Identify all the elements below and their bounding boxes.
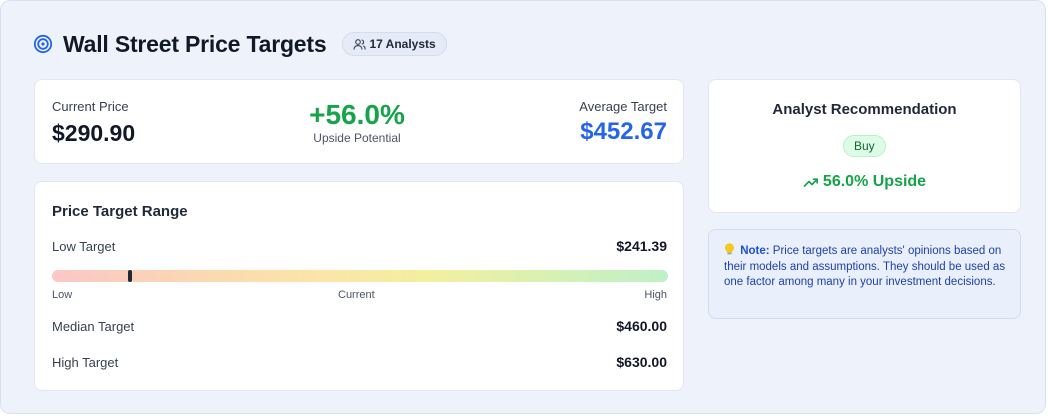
range-title: Price Target Range: [52, 203, 188, 220]
median-target-label: Median Target: [52, 319, 135, 334]
upside-block: +56.0% Upside Potential: [285, 98, 429, 145]
price-range-bar: [52, 270, 668, 282]
disclaimer-note: Note: Price targets are analysts' opinio…: [708, 229, 1021, 319]
average-target-value: $452.67: [580, 118, 667, 145]
current-price-label: Current Price: [52, 99, 129, 114]
recommendation-upside: 56.0% Upside: [709, 173, 1020, 191]
price-target-range-card: Price Target Range Low Target $241.39 Lo…: [34, 181, 684, 391]
recommendation-upside-text: 56.0% Upside: [822, 173, 927, 190]
lightbulb-icon: [724, 243, 735, 255]
page-title: Wall Street Price Targets: [63, 30, 327, 57]
panel-header: Wall Street Price Targets 17 Analysts: [33, 29, 447, 59]
recommendation-title: Analyst Recommendation: [772, 101, 957, 118]
users-icon: [353, 38, 367, 51]
upside-percent: +56.0%: [309, 99, 405, 130]
average-target-label: Average Target: [579, 99, 667, 114]
note-label: Note:: [740, 245, 770, 257]
scale-current-label: Current: [338, 289, 375, 301]
scale-low-label: Low: [52, 289, 73, 301]
analyst-recommendation-card: Analyst Recommendation Buy 56.0% Upside: [708, 79, 1021, 213]
analysts-badge: 17 Analysts: [342, 32, 447, 56]
recommendation-badge: Buy: [843, 135, 886, 157]
high-target-label: High Target: [52, 355, 119, 370]
target-icon: [33, 34, 53, 54]
analysts-count: 17 Analysts: [369, 37, 436, 51]
high-target-value: $630.00: [616, 354, 667, 370]
upside-label: Upside Potential: [313, 131, 401, 145]
price-targets-panel: Wall Street Price Targets 17 Analysts Cu…: [0, 0, 1046, 414]
low-target-value: $241.39: [616, 238, 667, 254]
price-summary-card: Current Price $290.90 +56.0% Upside Pote…: [34, 79, 684, 164]
scale-high-label: High: [644, 289, 667, 301]
median-target-value: $460.00: [616, 318, 667, 334]
current-price-marker: [128, 270, 133, 282]
low-target-label: Low Target: [52, 239, 116, 254]
current-price-value: $290.90: [52, 120, 136, 146]
trending-up-icon: [803, 174, 819, 190]
